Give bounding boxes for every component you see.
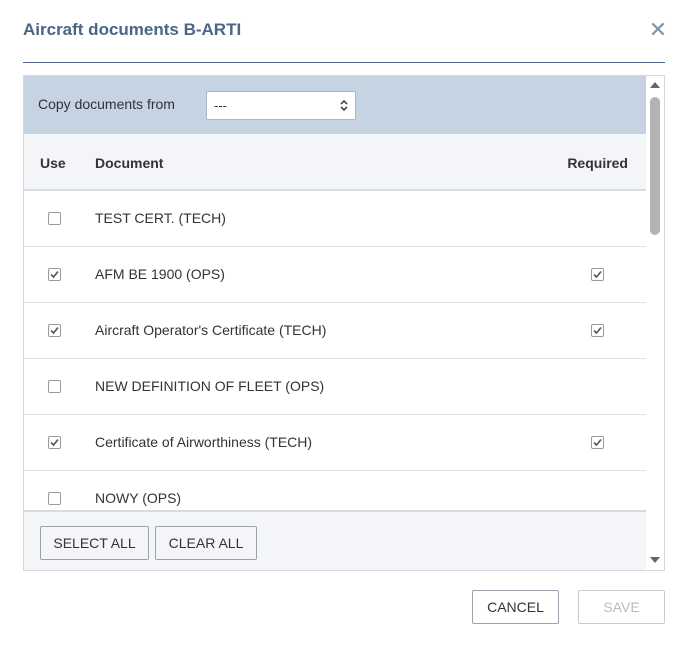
document-name: Aircraft Operator's Certificate (TECH) xyxy=(95,322,327,338)
vertical-scrollbar[interactable] xyxy=(646,76,664,570)
use-checkbox[interactable] xyxy=(48,492,61,505)
close-icon[interactable]: ✕ xyxy=(646,17,670,43)
document-name: NEW DEFINITION OF FLEET (OPS) xyxy=(95,378,325,394)
copy-documents-bar: Copy documents from --- xyxy=(24,76,646,134)
use-checkbox[interactable] xyxy=(48,324,61,337)
table-row: Aircraft Operator's Certificate (TECH) xyxy=(24,303,646,359)
use-checkbox[interactable] xyxy=(48,380,61,393)
table-row: NEW DEFINITION OF FLEET (OPS) xyxy=(24,359,646,415)
documents-list: TEST CERT. (TECH) AFM BE 1900 (OPS) Aircra… xyxy=(24,191,646,510)
scroll-thumb[interactable] xyxy=(650,97,660,235)
use-checkbox[interactable] xyxy=(48,268,61,281)
document-name: AFM BE 1900 (OPS) xyxy=(95,266,225,282)
dialog-title: Aircraft documents B-ARTI xyxy=(23,20,242,39)
required-checkbox[interactable] xyxy=(591,268,604,281)
copy-documents-label: Copy documents from xyxy=(38,96,175,112)
clear-all-button[interactable]: CLEAR ALL xyxy=(155,526,257,560)
table-header: Use Document Required xyxy=(24,134,646,191)
cancel-button[interactable]: CANCEL xyxy=(472,590,559,624)
table-row: Certificate of Airworthiness (TECH) xyxy=(24,415,646,471)
required-checkbox[interactable] xyxy=(591,436,604,449)
table-row: AFM BE 1900 (OPS) xyxy=(24,247,646,303)
header-required: Required xyxy=(567,155,628,171)
table-row: NOWY (OPS) xyxy=(24,471,646,510)
document-name: Certificate of Airworthiness (TECH) xyxy=(95,434,313,450)
table-row: TEST CERT. (TECH) xyxy=(24,191,646,247)
table-footer: SELECT ALL CLEAR ALL xyxy=(24,510,646,570)
aircraft-documents-dialog: Aircraft documents B-ARTI ✕ Copy documen… xyxy=(0,0,690,648)
use-checkbox[interactable] xyxy=(48,436,61,449)
copy-documents-value: --- xyxy=(214,98,227,113)
scroll-down-arrow-icon[interactable] xyxy=(649,555,661,565)
save-button[interactable]: SAVE xyxy=(578,590,665,624)
required-checkbox[interactable] xyxy=(591,324,604,337)
select-all-button[interactable]: SELECT ALL xyxy=(40,526,149,560)
title-divider xyxy=(23,62,665,63)
scroll-up-arrow-icon[interactable] xyxy=(649,80,661,90)
copy-documents-select[interactable]: --- xyxy=(206,91,356,120)
header-document: Document xyxy=(95,155,164,171)
document-name: TEST CERT. (TECH) xyxy=(95,210,226,226)
documents-panel: Copy documents from --- Use Document Req… xyxy=(23,75,665,571)
chevron-up-down-icon xyxy=(340,99,348,112)
document-name: NOWY (OPS) xyxy=(95,490,182,506)
use-checkbox[interactable] xyxy=(48,212,61,225)
header-use: Use xyxy=(40,155,66,171)
